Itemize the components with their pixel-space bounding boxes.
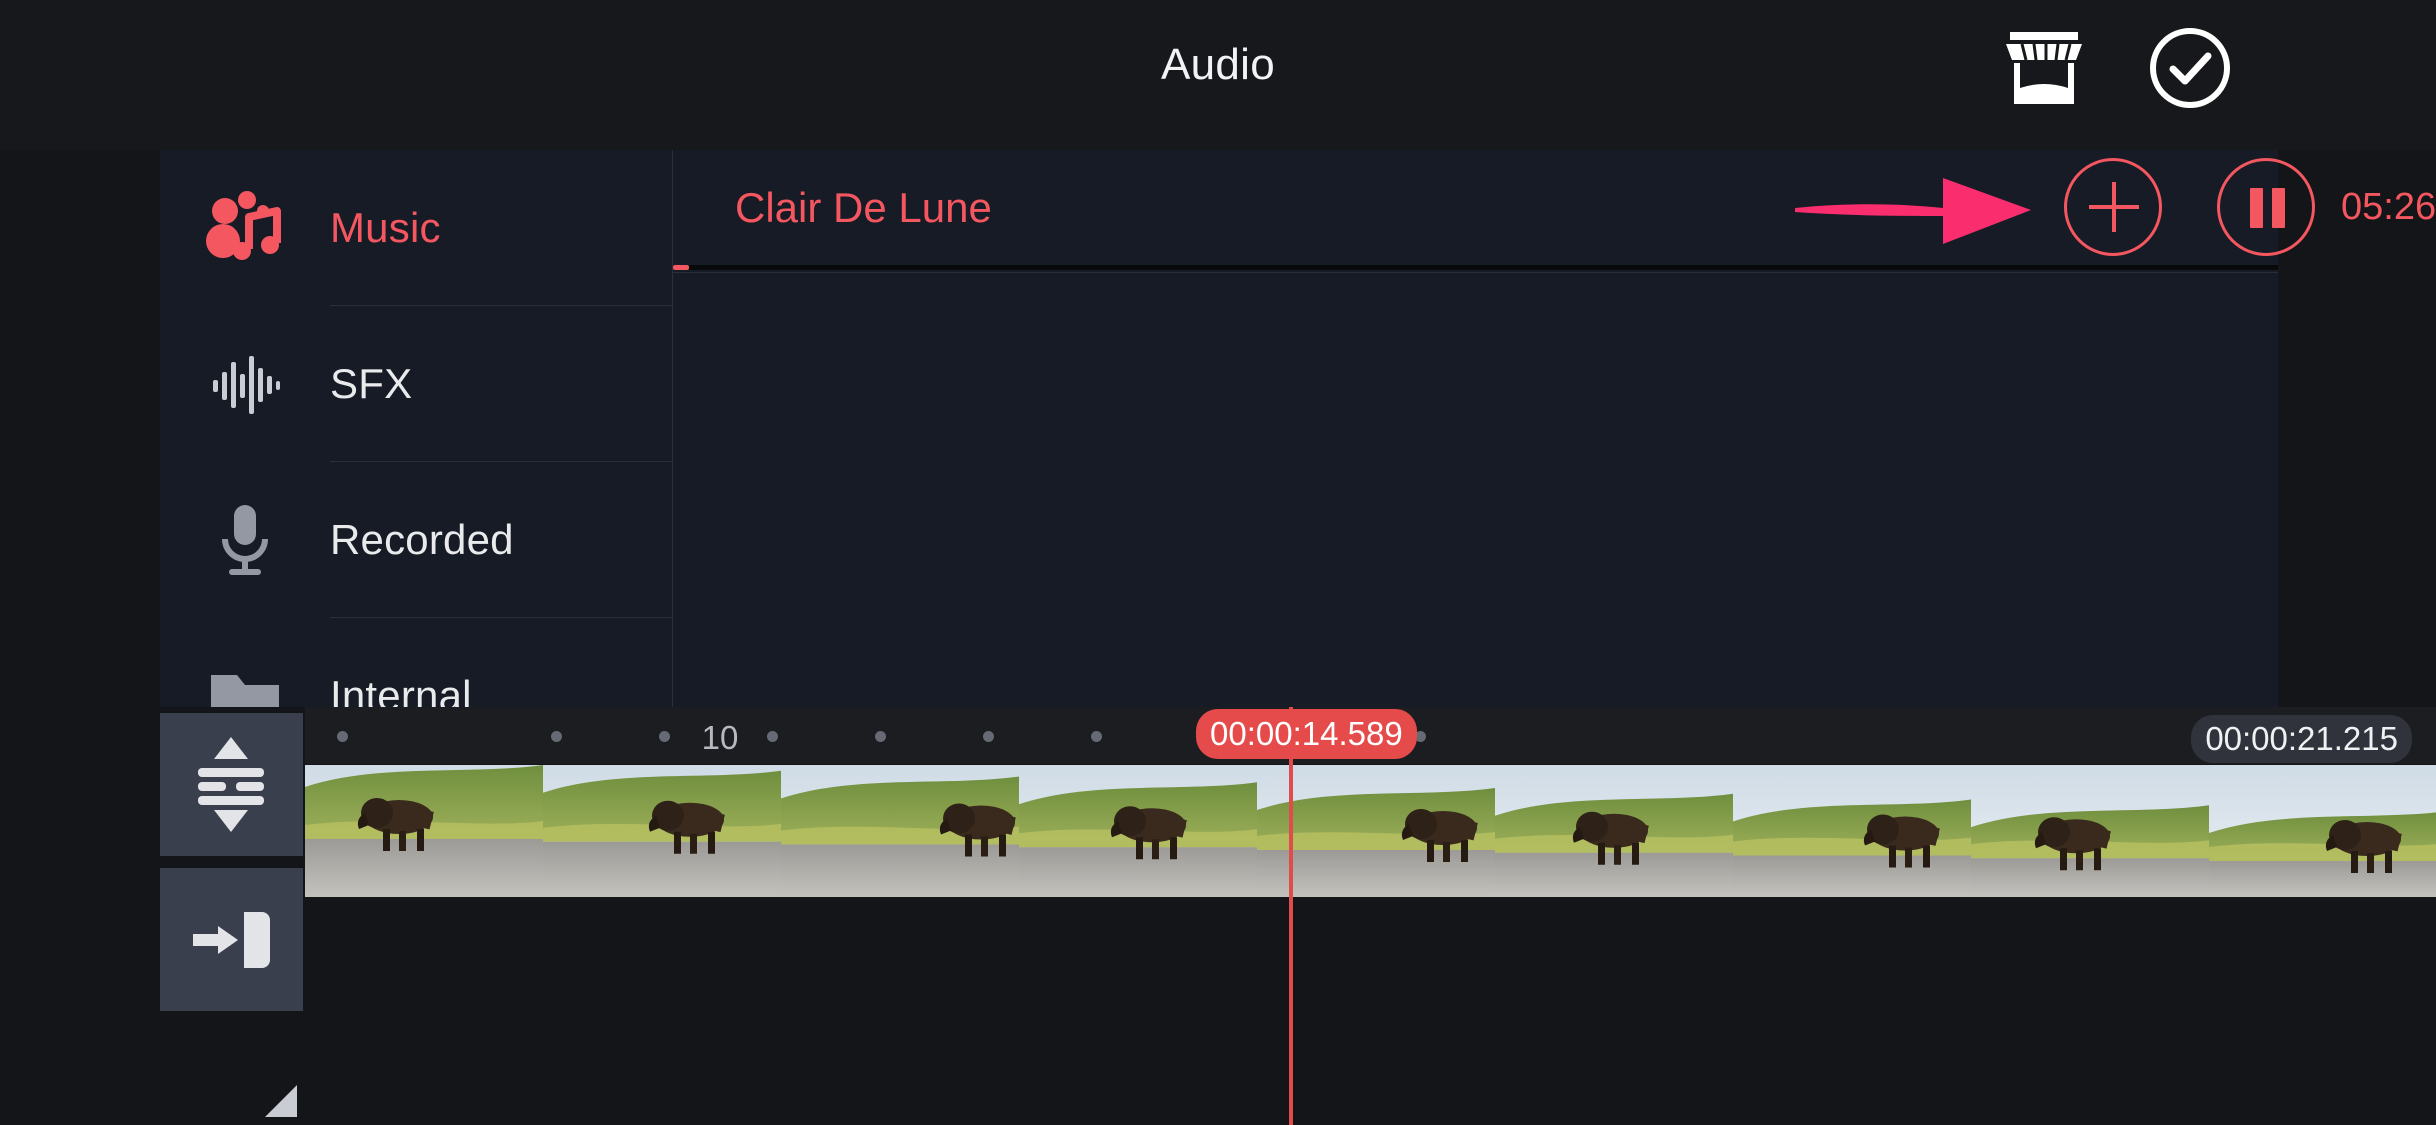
- sidebar-item-label: SFX: [330, 360, 413, 407]
- pause-bar-left: [2250, 188, 2263, 228]
- confirm-button[interactable]: [2148, 26, 2232, 110]
- sidebar-item-label: Music: [330, 204, 441, 251]
- ruler-tick-dot: [767, 731, 778, 742]
- insert-right-icon[interactable]: [160, 868, 303, 1011]
- clip-thumbnail: [1733, 765, 1971, 897]
- audio-panel: Music SFX Recorded Internal Clair De Lun…: [160, 150, 2436, 721]
- playhead-time-label: 00:00:14.589: [1196, 709, 1417, 759]
- track-progress-bar[interactable]: [673, 265, 2278, 270]
- divider: [673, 272, 2278, 273]
- pause-bar-right: [2272, 188, 2285, 228]
- video-editor-app: Audio Music SFX Recorded Internal Clair …: [0, 0, 2436, 1125]
- sidebar-item-music[interactable]: Music: [160, 150, 672, 306]
- audio-track-row[interactable]: Clair De Lune 05:26: [673, 150, 2436, 267]
- waveform-icon: [160, 348, 330, 420]
- arrow-right-annotation: [1793, 164, 2033, 254]
- audio-category-sidebar: Music SFX Recorded Internal: [160, 150, 672, 721]
- ruler-tick-dot: [1091, 731, 1102, 742]
- clip-thumbnail: [1971, 765, 2209, 897]
- resize-handle-icon[interactable]: [265, 1085, 297, 1117]
- timeline-end-time: 00:00:21.215: [2191, 715, 2412, 763]
- timeline: 10 00:00:14.589 00:00:21.215: [0, 707, 2436, 1125]
- expand-vertical-icon[interactable]: [160, 713, 303, 856]
- clip-thumbnail: [305, 765, 543, 897]
- sidebar-item-sfx[interactable]: SFX: [160, 306, 672, 462]
- microphone-icon: [160, 501, 330, 579]
- music-notes-icon: [160, 189, 330, 267]
- top-bar: Audio: [0, 0, 2436, 150]
- ruler-tick-dot: [875, 731, 886, 742]
- clip-thumbnail: [543, 765, 781, 897]
- track-progress-fill: [673, 265, 690, 270]
- pause-button[interactable]: [2217, 158, 2315, 256]
- ruler-tick-dot: [551, 731, 562, 742]
- track-title: Clair De Lune: [735, 184, 992, 231]
- ruler-tick-dot: [337, 731, 348, 742]
- ruler-tick-label: 10: [701, 719, 739, 756]
- add-audio-button[interactable]: [2064, 158, 2162, 256]
- playhead[interactable]: [1289, 707, 1293, 1125]
- clip-thumbnail: [2209, 765, 2436, 897]
- sidebar-item-recorded[interactable]: Recorded: [160, 462, 672, 618]
- clip-thumbnail: [781, 765, 1019, 897]
- ruler-tick-dot: [659, 731, 670, 742]
- clip-thumbnail: [1495, 765, 1733, 897]
- clip-thumbnail: [1019, 765, 1257, 897]
- ruler-tick-dot: [983, 731, 994, 742]
- store-icon[interactable]: [2002, 30, 2086, 106]
- sidebar-item-label: Recorded: [330, 516, 514, 563]
- video-clip-track[interactable]: [305, 765, 2436, 897]
- track-duration: 05:26: [2341, 186, 2436, 228]
